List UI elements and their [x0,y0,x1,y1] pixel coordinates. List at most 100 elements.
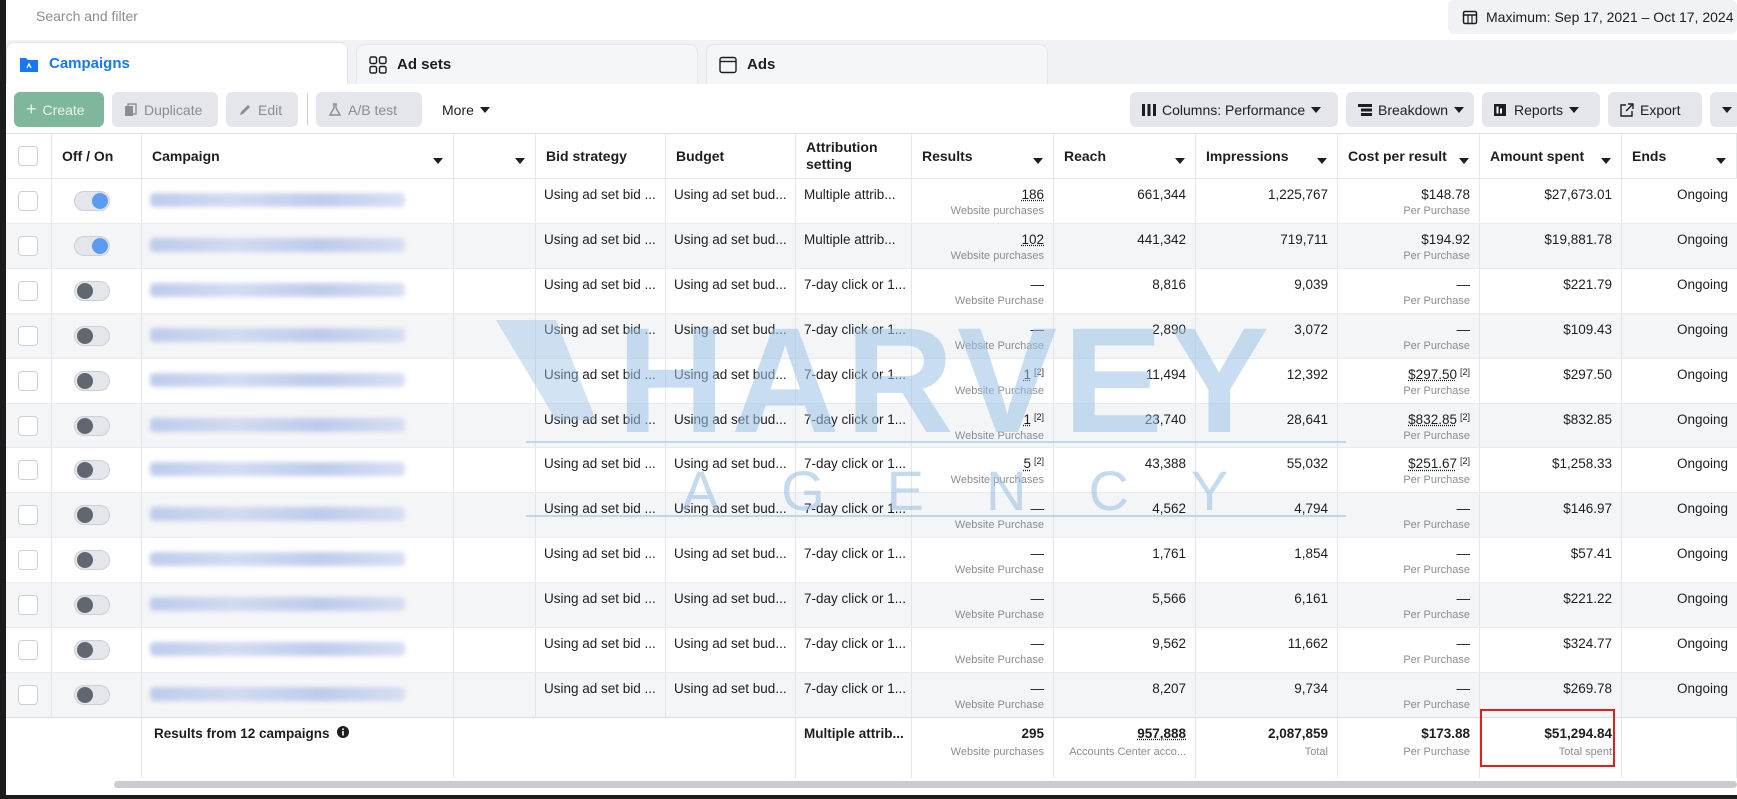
header-cost-per-result[interactable]: Cost per result [1338,134,1480,178]
header-hidden-column[interactable] [454,134,536,178]
header-reach[interactable]: Reach [1054,134,1196,178]
campaign-name-cell[interactable] [142,628,454,672]
campaign-toggle[interactable] [74,191,110,211]
header-attribution[interactable]: Attribution setting [796,134,912,178]
columns-button[interactable]: Columns: Performance [1130,92,1338,127]
row-checkbox[interactable] [18,684,38,705]
breakdown-button[interactable]: Breakdown [1346,92,1474,127]
row-checkbox[interactable] [18,325,38,346]
row-checkbox[interactable] [18,640,38,660]
header-amount-spent[interactable]: Amount spent [1480,134,1622,178]
edit-button[interactable]: Edit [226,92,298,127]
table-row[interactable]: Using ad set bid ... Using ad set bud... M… [6,222,1737,268]
campaign-toggle[interactable] [74,325,110,346]
blurred-campaign-name [150,282,405,297]
toggle-knob [77,282,93,299]
campaign-name-cell[interactable] [142,223,454,268]
row-checkbox[interactable] [18,550,38,571]
table-row[interactable]: Using ad set bid ... Using ad set bud... 7… [6,537,1737,583]
tab-ads[interactable]: Ads [706,44,1048,84]
create-button[interactable]: + Create [14,92,104,127]
attr-cell: 7-day click or 1... [796,403,912,448]
sort-caret-icon [1601,151,1611,167]
header-ends[interactable]: Ends [1622,134,1737,178]
sort-caret-icon [1033,151,1043,167]
select-all-checkbox[interactable] [18,146,38,166]
info-icon[interactable] [337,726,350,738]
horizontal-scrollbar[interactable] [114,781,1737,788]
campaign-name-cell[interactable] [142,403,454,448]
campaign-toggle[interactable] [74,280,110,301]
header-bid-strategy[interactable]: Bid strategy [536,134,666,178]
ends-cell: Ongoing [1676,546,1728,562]
row-checkbox[interactable] [18,595,38,616]
campaign-toggle[interactable] [74,235,110,256]
ab-test-button[interactable]: A/B test [316,92,422,127]
row-checkbox[interactable] [18,505,38,526]
header-campaign[interactable]: Campaign [142,134,454,178]
header-off-on[interactable]: Off / On [52,134,142,178]
row-checkbox[interactable] [18,235,38,256]
summary-row: Results from 12 campaigns Multiple attri… [6,717,1737,778]
results-sub: Website Purchase [954,429,1044,442]
toolbar: + Create Duplicate Edit A/B test More Co… [6,84,1737,134]
campaign-toggle[interactable] [74,460,110,481]
blurred-campaign-name [150,193,405,207]
row-checkbox[interactable] [18,280,38,301]
cost-per-result-cell: — Per Purchase [1338,672,1480,717]
campaign-name-cell[interactable] [142,448,454,493]
table-row[interactable]: Using ad set bid ... Using ad set bud... 7… [6,582,1737,628]
export-button[interactable]: Export [1608,92,1702,127]
date-range-button[interactable]: Maximum: Sep 17, 2021 – Oct 17, 2024 [1448,0,1737,34]
campaign-name-cell[interactable] [142,268,454,313]
cost-per-result-cell: $297.50 [2] Per Purchase [1338,358,1480,403]
header-impressions[interactable]: Impressions [1196,134,1338,178]
table-row[interactable]: Using ad set bid ... Using ad set bud... 7… [6,267,1737,313]
campaign-name-cell[interactable] [142,313,454,358]
more-button[interactable]: More [430,92,500,127]
table-row[interactable]: Using ad set bid ... Using ad set bud... 7… [6,312,1737,358]
tab-campaigns[interactable]: Campaigns [6,42,348,84]
row-checkbox[interactable] [18,191,38,211]
reports-button[interactable]: Reports [1482,92,1600,127]
duplicate-button[interactable]: Duplicate [112,92,218,127]
campaign-toggle[interactable] [74,640,110,660]
campaign-toggle[interactable] [74,370,110,391]
table-row[interactable]: Using ad set bid ... Using ad set bud... 7… [6,671,1737,717]
tab-ad-sets[interactable]: Ad sets [356,44,698,84]
campaign-toggle[interactable] [74,684,110,705]
caret-down-icon [479,106,490,113]
campaign-toggle[interactable] [74,505,110,526]
row-checkbox[interactable] [18,460,38,481]
more-actions-button[interactable] [1710,92,1737,127]
amount-spent-cell: $221.79 [1480,268,1622,313]
table-row[interactable]: Using ad set bid ... Using ad set bud... 7… [6,447,1737,493]
campaign-name-cell[interactable] [142,583,454,628]
cpr-value: — [1456,546,1471,562]
campaign-name-cell[interactable] [142,179,454,223]
campaign-name-cell[interactable] [142,493,454,538]
campaign-name-cell[interactable] [142,538,454,583]
header-budget[interactable]: Budget [666,134,796,178]
table-row[interactable]: Using ad set bid ... Using ad set bud... M… [6,178,1737,223]
table-row[interactable]: Using ad set bid ... Using ad set bud... 7… [6,402,1737,448]
campaign-toggle[interactable] [74,595,110,616]
row-checkbox[interactable] [18,415,38,436]
row-checkbox[interactable] [18,370,38,391]
campaign-name-cell[interactable] [142,358,454,403]
table-row[interactable]: Using ad set bid ... Using ad set bud... 7… [6,492,1737,538]
summary-attribution: Multiple attrib... [796,718,912,778]
ends-cell: Ongoing [1676,636,1728,651]
footnote-marker: [2] [1033,366,1044,377]
table-row[interactable]: Using ad set bid ... Using ad set bud... 7… [6,357,1737,403]
results-cell: — Website Purchase [912,672,1054,717]
blurred-campaign-name [150,372,405,387]
table-row[interactable]: Using ad set bid ... Using ad set bud... 7… [6,627,1737,672]
header-results[interactable]: Results [912,134,1054,178]
campaign-toggle[interactable] [74,550,110,571]
search-input[interactable]: Search and filter [20,0,1440,32]
cost-per-result-cell: — Per Purchase [1338,493,1480,538]
campaign-toggle[interactable] [74,415,110,436]
budget-cell: Using ad set bud... [666,628,796,672]
campaign-name-cell[interactable] [142,672,454,717]
